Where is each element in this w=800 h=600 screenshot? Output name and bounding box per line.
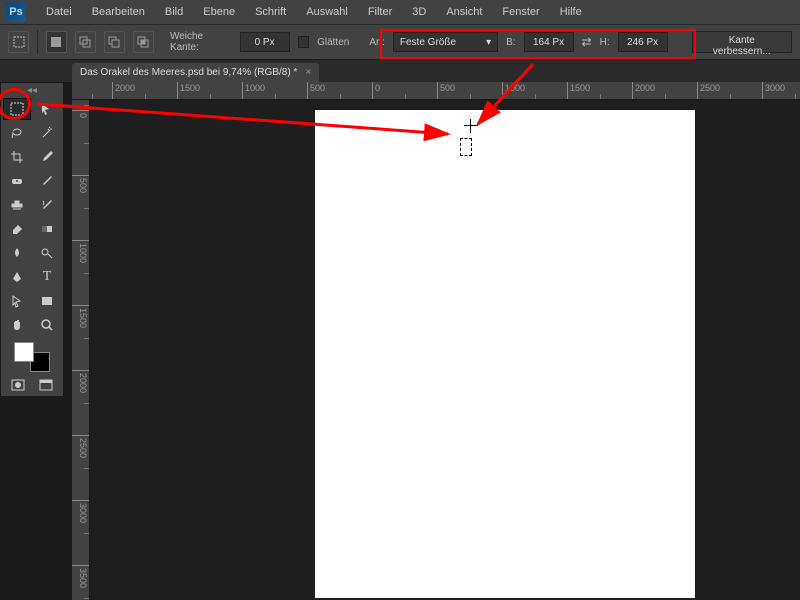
menu-bild[interactable]: Bild: [155, 2, 193, 22]
ruler-tick: 1000: [242, 82, 307, 99]
ruler-horizontal[interactable]: 2000 1500 1000 500 0 500 1000 1500 2000 …: [72, 82, 800, 100]
divider: [37, 30, 38, 54]
pen-tool-icon[interactable]: [3, 266, 31, 288]
tool-preset-picker[interactable]: [8, 31, 29, 53]
swap-dimensions-icon[interactable]: ⇄: [582, 35, 592, 49]
menu-filter[interactable]: Filter: [358, 2, 402, 22]
width-label: B:: [506, 37, 515, 48]
ruler-tick: 500: [437, 82, 502, 99]
feather-input[interactable]: [240, 32, 290, 52]
selection-subtract-icon[interactable]: [104, 31, 125, 53]
antialias-label: Glätten: [317, 37, 349, 48]
width-input[interactable]: [524, 32, 574, 52]
style-value: Feste Größe: [400, 37, 456, 48]
rectangle-shape-tool-icon[interactable]: [33, 290, 61, 312]
toolbox: ◂◂ T: [0, 82, 64, 397]
refine-edge-button[interactable]: Kante verbessern...: [692, 31, 792, 53]
document-tab-title: Das Orakel des Meeres.psd bei 9,74% (RGB…: [80, 67, 297, 78]
ruler-tick: 3500: [72, 565, 89, 600]
crop-tool-icon[interactable]: [3, 146, 31, 168]
document-tab[interactable]: Das Orakel des Meeres.psd bei 9,74% (RGB…: [72, 63, 319, 82]
crosshair-cursor-icon: [464, 119, 478, 133]
ps-logo: Ps: [6, 2, 26, 22]
ruler-tick: 1500: [177, 82, 242, 99]
foreground-color[interactable]: [14, 342, 34, 362]
menu-bearbeiten[interactable]: Bearbeiten: [82, 2, 155, 22]
selection-intersect-icon[interactable]: [133, 31, 154, 53]
ruler-tick: [72, 82, 112, 99]
ruler-tick: 0: [372, 82, 437, 99]
path-selection-tool-icon[interactable]: [3, 290, 31, 312]
menu-schrift[interactable]: Schrift: [245, 2, 296, 22]
options-bar: Weiche Kante: Glätten Art: Feste Größe ▾…: [0, 24, 800, 60]
quick-mask-icon[interactable]: [7, 376, 29, 394]
quick-mask-row: [3, 376, 61, 394]
ruler-tick: 3000: [72, 500, 89, 565]
ruler-tick: 1000: [502, 82, 567, 99]
type-tool-icon[interactable]: T: [33, 266, 61, 288]
ruler-tick: 2500: [72, 435, 89, 500]
ruler-tick: 0: [72, 110, 89, 175]
selection-new-icon[interactable]: [46, 31, 67, 53]
style-dropdown[interactable]: Feste Größe ▾: [393, 32, 498, 52]
menu-hilfe[interactable]: Hilfe: [550, 2, 592, 22]
gradient-tool-icon[interactable]: [33, 218, 61, 240]
marquee-selection: [460, 138, 472, 156]
color-swatches[interactable]: [14, 342, 50, 372]
healing-brush-tool-icon[interactable]: [3, 170, 31, 192]
ruler-tick: 2000: [112, 82, 177, 99]
menu-auswahl[interactable]: Auswahl: [296, 2, 358, 22]
height-label: H:: [600, 37, 610, 48]
eraser-tool-icon[interactable]: [3, 218, 31, 240]
feather-label: Weiche Kante:: [170, 31, 232, 53]
ruler-tick: [72, 100, 89, 110]
screen-mode-icon[interactable]: [35, 376, 57, 394]
menu-fenster[interactable]: Fenster: [492, 2, 549, 22]
document-tabbar: Das Orakel des Meeres.psd bei 9,74% (RGB…: [0, 60, 800, 82]
brush-tool-icon[interactable]: [33, 170, 61, 192]
document-canvas[interactable]: [315, 110, 695, 598]
magic-wand-tool-icon[interactable]: [33, 122, 61, 144]
close-tab-icon[interactable]: ×: [305, 67, 311, 78]
menubar: Ps Datei Bearbeiten Bild Ebene Schrift A…: [0, 0, 800, 24]
menu-ebene[interactable]: Ebene: [193, 2, 245, 22]
ruler-tick: 2000: [632, 82, 697, 99]
ruler-tick: 500: [72, 175, 89, 240]
zoom-tool-icon[interactable]: [33, 314, 61, 336]
selection-add-icon[interactable]: [75, 31, 96, 53]
ruler-tick: 1500: [72, 305, 89, 370]
chevron-down-icon: ▾: [486, 37, 491, 48]
clone-stamp-tool-icon[interactable]: [3, 194, 31, 216]
lasso-tool-icon[interactable]: [3, 122, 31, 144]
ruler-tick: 3000: [762, 82, 800, 99]
history-brush-tool-icon[interactable]: [33, 194, 61, 216]
height-input[interactable]: [618, 32, 668, 52]
hand-tool-icon[interactable]: [3, 314, 31, 336]
rectangular-marquee-tool-icon[interactable]: [3, 98, 31, 120]
toolbox-collapse-icon[interactable]: ◂◂: [3, 85, 61, 96]
dodge-tool-icon[interactable]: [33, 242, 61, 264]
menu-datei[interactable]: Datei: [36, 2, 82, 22]
ruler-tick: 1000: [72, 240, 89, 305]
ruler-tick: 2500: [697, 82, 762, 99]
eyedropper-tool-icon[interactable]: [33, 146, 61, 168]
style-label: Art:: [369, 37, 385, 48]
ruler-tick: 500: [307, 82, 372, 99]
blur-tool-icon[interactable]: [3, 242, 31, 264]
ruler-tick: 2000: [72, 370, 89, 435]
antialias-checkbox[interactable]: [298, 36, 310, 48]
ruler-vertical[interactable]: 0 500 1000 1500 2000 2500 3000 3500: [72, 100, 90, 600]
move-tool-icon[interactable]: [33, 98, 61, 120]
menu-3d[interactable]: 3D: [402, 2, 436, 22]
menu-ansicht[interactable]: Ansicht: [436, 2, 492, 22]
canvas-area[interactable]: [90, 100, 800, 600]
ruler-tick: 1500: [567, 82, 632, 99]
